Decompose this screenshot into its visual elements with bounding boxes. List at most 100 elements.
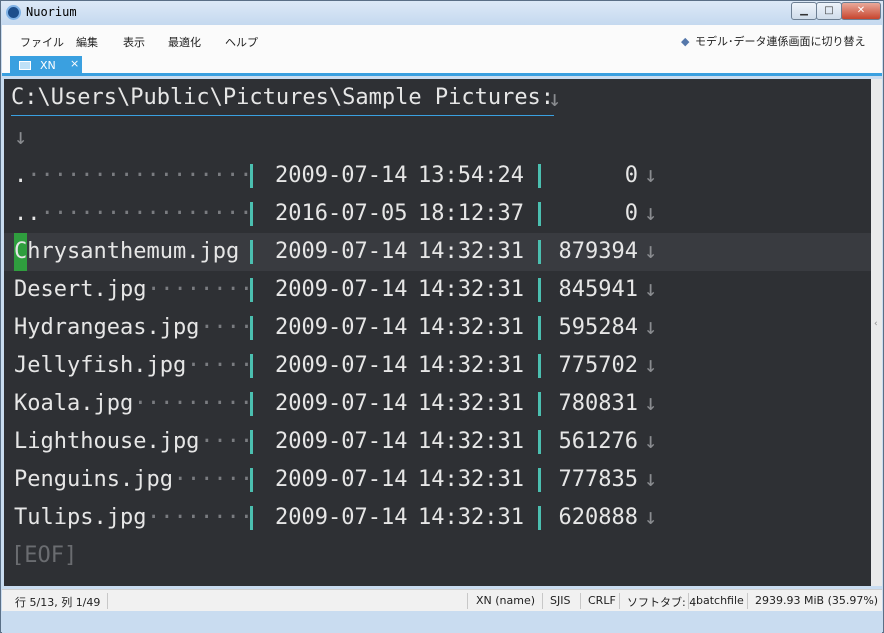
modified-time: 18:12:37	[418, 201, 524, 226]
column-separator	[538, 240, 541, 264]
padding-dots: ·················	[27, 163, 253, 188]
line-feed-icon: ↓	[644, 353, 658, 378]
list-item[interactable]: Jellyfish.jpg ····· 2009-07-14 14:32:31 7757…	[4, 347, 871, 385]
file-size: 620888	[558, 505, 638, 530]
file-name: Tulips.jpg	[14, 505, 147, 530]
modified-date: 2009-07-14	[275, 315, 408, 340]
file-name: hrysanthemum.jpg	[27, 239, 240, 264]
line-feed-icon: ↓	[548, 87, 562, 112]
menu-view[interactable]: 表示	[123, 34, 145, 50]
file-name: .	[14, 163, 28, 188]
mode-switch-button[interactable]: ◆ モデル･データ連係画面に切り替え	[681, 33, 866, 49]
modified-time: 14:32:31	[418, 467, 524, 492]
tab-setting[interactable]: ソフトタブ: 4	[627, 594, 696, 610]
file-size: 777835	[558, 467, 638, 492]
list-item[interactable]: Chrysanthemum.jpg 2009-07-14 14:32:31 87939…	[4, 233, 871, 271]
column-separator	[250, 240, 253, 264]
menu-edit[interactable]: 編集	[76, 34, 98, 50]
column-separator	[538, 392, 541, 416]
line-feed-icon: ↓	[644, 505, 658, 530]
column-separator	[538, 202, 541, 226]
line-feed-icon: ↓	[14, 125, 28, 150]
column-separator	[250, 354, 253, 378]
tab-close-icon[interactable]: ×	[70, 57, 79, 70]
list-item[interactable]: Desert.jpg ········ 2009-07-14 14:32:31 8459…	[4, 271, 871, 309]
file-size: 0	[624, 201, 638, 226]
file-name: Jellyfish.jpg	[14, 353, 187, 378]
list-item[interactable]: Tulips.jpg ········ 2009-07-14 14:32:31 6208…	[4, 499, 871, 537]
maximize-button[interactable]: □	[816, 2, 842, 20]
modified-time: 14:32:31	[418, 391, 524, 416]
editor-area[interactable]: C:\Users\Public\Pictures\Sample Pictures…	[4, 79, 871, 586]
eof-line: [EOF]	[4, 537, 871, 575]
status-bar: 行 5/13, 列 1/49 XN (name) SJIS CRLF ソフトタブ…	[2, 589, 882, 611]
list-item[interactable]: . ················· 2009-07-14 13:54:24 0 ↓	[4, 157, 871, 195]
modified-date: 2009-07-14	[275, 353, 408, 378]
mode-switch-label: モデル･データ連係画面に切り替え	[695, 35, 866, 48]
line-feed-icon: ↓	[644, 277, 658, 302]
column-separator	[538, 354, 541, 378]
window-bottom-border	[2, 611, 882, 633]
document-icon	[19, 61, 31, 70]
padding-dots: ········	[147, 505, 253, 530]
list-item[interactable]: Hydrangeas.jpg ···· 2009-07-14 14:32:31 5952…	[4, 309, 871, 347]
file-name: Hydrangeas.jpg	[14, 315, 200, 340]
line-feed-icon: ↓	[644, 201, 658, 226]
menu-file[interactable]: ファイル	[20, 34, 64, 50]
column-separator	[250, 202, 253, 226]
menu-optimize[interactable]: 最適化	[168, 34, 201, 50]
column-separator	[538, 430, 541, 454]
editor-mode[interactable]: XN (name)	[476, 594, 535, 607]
file-size: 879394	[558, 239, 638, 264]
directory-path: C:\Users\Public\Pictures\Sample Pictures…	[11, 81, 555, 116]
menu-help[interactable]: ヘルプ	[225, 34, 258, 50]
list-item[interactable]: .. ················ 2016-07-05 18:12:37 0 ↓	[4, 195, 871, 233]
model-link-icon: ◆	[681, 35, 690, 48]
modified-time: 13:54:24	[418, 163, 524, 188]
blank-line: ↓	[4, 119, 871, 157]
list-item[interactable]: Penguins.jpg ······ 2009-07-14 14:32:31 7778…	[4, 461, 871, 499]
file-name: ..	[14, 201, 41, 226]
modified-date: 2009-07-14	[275, 505, 408, 530]
file-size: 775702	[558, 353, 638, 378]
scroll-grip-icon[interactable]: ‹	[874, 319, 878, 329]
modified-time: 14:32:31	[418, 429, 524, 454]
column-separator	[538, 468, 541, 492]
modified-date: 2009-07-14	[275, 467, 408, 492]
column-separator	[538, 506, 541, 530]
text-cursor: C	[14, 233, 28, 271]
padding-dots: ····	[200, 429, 254, 454]
encoding[interactable]: SJIS	[550, 594, 570, 607]
file-size: 0	[624, 163, 638, 188]
list-item[interactable]: Lighthouse.jpg ···· 2009-07-14 14:32:31 5612…	[4, 423, 871, 461]
line-feed-icon: ↓	[644, 429, 658, 454]
file-name: Lighthouse.jpg	[14, 429, 200, 454]
column-separator	[250, 506, 253, 530]
line-feed-icon: ↓	[644, 315, 658, 340]
line-ending[interactable]: CRLF	[588, 594, 616, 607]
column-separator	[250, 392, 253, 416]
modified-date: 2009-07-14	[275, 277, 408, 302]
vertical-scrollbar[interactable]: ‹	[871, 79, 882, 586]
close-button[interactable]: ✕	[841, 2, 881, 20]
line-feed-icon: ↓	[644, 467, 658, 492]
modified-time: 14:32:31	[418, 315, 524, 340]
column-separator	[538, 316, 541, 340]
modified-time: 14:32:31	[418, 239, 524, 264]
modified-date: 2009-07-14	[275, 163, 408, 188]
tab-xn[interactable]: XN ×	[10, 56, 82, 76]
minimize-button[interactable]: ▁	[791, 2, 817, 20]
syntax-mode[interactable]: batchfile	[696, 594, 744, 607]
column-separator	[250, 164, 253, 188]
modified-date: 2016-07-05	[275, 201, 408, 226]
file-name: Penguins.jpg	[14, 467, 173, 492]
tab-label: XN	[40, 59, 56, 72]
modified-date: 2009-07-14	[275, 391, 408, 416]
cursor-position: 行 5/13, 列 1/49	[15, 596, 101, 609]
title-bar[interactable]: Nuorium ▁ □ ✕	[1, 1, 883, 25]
padding-dots: ·········	[133, 391, 253, 416]
modified-time: 14:32:31	[418, 353, 524, 378]
modified-date: 2009-07-14	[275, 429, 408, 454]
list-item[interactable]: Koala.jpg ········· 2009-07-14 14:32:31 7808…	[4, 385, 871, 423]
padding-dots: ········	[147, 277, 253, 302]
